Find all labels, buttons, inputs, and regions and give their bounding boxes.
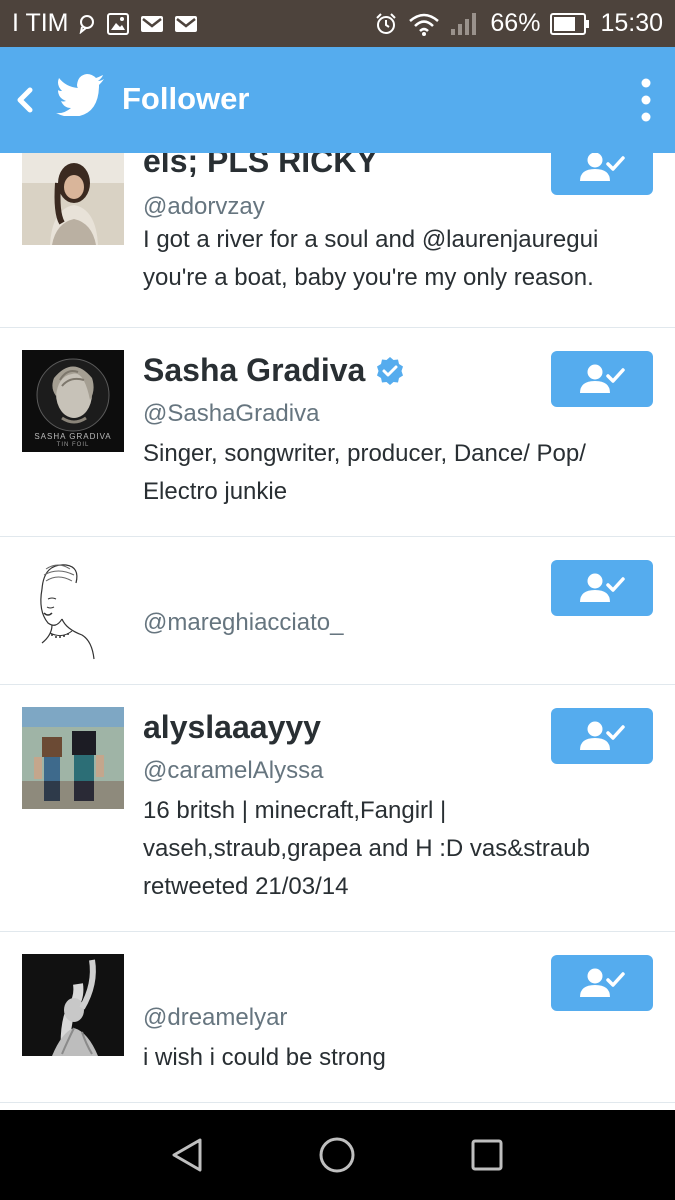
person-check-icon xyxy=(580,573,625,602)
status-bar-right: 66% 15:30 xyxy=(374,0,663,47)
person-check-icon xyxy=(580,153,625,181)
display-name: alyslaaayyy xyxy=(143,709,321,746)
chat-bubble-icon xyxy=(78,14,96,34)
person-check-icon xyxy=(580,968,625,997)
square-recents-icon xyxy=(471,1139,503,1171)
status-bar-left: I TIM xyxy=(12,0,198,47)
verified-badge-icon xyxy=(377,356,404,385)
following-button[interactable] xyxy=(551,955,653,1011)
username: @mareghiacciato_ xyxy=(143,609,344,636)
following-button[interactable] xyxy=(551,153,653,195)
following-button[interactable] xyxy=(551,708,653,764)
username: @SashaGradiva xyxy=(143,400,320,427)
app-bar: Follower xyxy=(0,47,675,153)
person-check-icon xyxy=(580,721,625,750)
bio: Singer, songwriter, producer, Dance/ Pop… xyxy=(143,440,586,505)
bio: 16 britsh | minecraft,Fangirl | vaseh,st… xyxy=(143,797,590,900)
avatar[interactable] xyxy=(22,954,124,1056)
avatar-caption: SASHA GRADIVA xyxy=(34,432,112,441)
battery-icon xyxy=(550,12,590,36)
nav-home-button[interactable] xyxy=(316,1134,358,1176)
display-name: els; PLS RICKY xyxy=(143,153,378,180)
gmail-icon-2 xyxy=(174,14,198,34)
avatar[interactable] xyxy=(22,153,124,245)
display-name-text: els; PLS RICKY xyxy=(143,153,378,179)
follower-row[interactable]: @mareghiacciato_ xyxy=(0,537,675,685)
circle-home-icon xyxy=(319,1137,355,1173)
username: @dreamelyar xyxy=(143,1004,288,1031)
bio: I got a river for a soul and @laurenjaur… xyxy=(143,226,599,291)
battery-percent: 66% xyxy=(490,9,541,37)
wifi-icon xyxy=(408,12,440,36)
more-vert-icon xyxy=(641,78,651,122)
bio: i wish i could be strong xyxy=(143,1044,386,1071)
alarm-icon xyxy=(374,12,398,36)
follower-row[interactable]: @dreamelyar i wish i could be strong xyxy=(0,932,675,1103)
twitter-bird-icon xyxy=(56,74,106,117)
avatar-subcaption: TIN FOIL xyxy=(56,442,90,448)
username: @adorvzay xyxy=(143,193,265,220)
clock: 15:30 xyxy=(600,9,663,37)
follower-list: els; PLS RICKY @adorvzay I got a river f… xyxy=(0,153,675,1110)
follower-row[interactable]: els; PLS RICKY @adorvzay I got a river f… xyxy=(0,153,675,328)
overflow-menu-button[interactable] xyxy=(639,75,653,125)
nav-back-button[interactable] xyxy=(166,1134,208,1176)
display-name: Sasha Gradiva xyxy=(143,352,405,389)
following-button[interactable] xyxy=(551,351,653,407)
navigation-bar xyxy=(0,1110,675,1200)
follower-row[interactable]: SASHA GRADIVA TIN FOIL Sasha Gradiva @Sa… xyxy=(0,328,675,537)
page-title: Follower xyxy=(122,81,250,116)
avatar[interactable] xyxy=(22,707,124,809)
following-button[interactable] xyxy=(551,560,653,616)
gmail-icon xyxy=(140,14,164,34)
chevron-left-icon xyxy=(17,87,33,113)
avatar[interactable] xyxy=(22,559,124,661)
nav-recents-button[interactable] xyxy=(466,1134,508,1176)
username: @caramelAlyssa xyxy=(143,757,324,784)
gallery-icon xyxy=(106,12,130,36)
signal-icon xyxy=(450,12,480,36)
carrier-label: I TIM xyxy=(12,9,69,37)
follower-row[interactable]: alyslaaayyy @caramelAlyssa 16 britsh | m… xyxy=(0,685,675,932)
status-bar: I TIM 66% 15:30 xyxy=(0,0,675,47)
display-name-text: alyslaaayyy xyxy=(143,709,321,745)
avatar[interactable]: SASHA GRADIVA TIN FOIL xyxy=(22,350,124,452)
triangle-back-icon xyxy=(172,1138,202,1172)
person-check-icon xyxy=(580,364,625,393)
display-name-text: Sasha Gradiva xyxy=(143,352,366,388)
back-button[interactable] xyxy=(10,80,36,120)
